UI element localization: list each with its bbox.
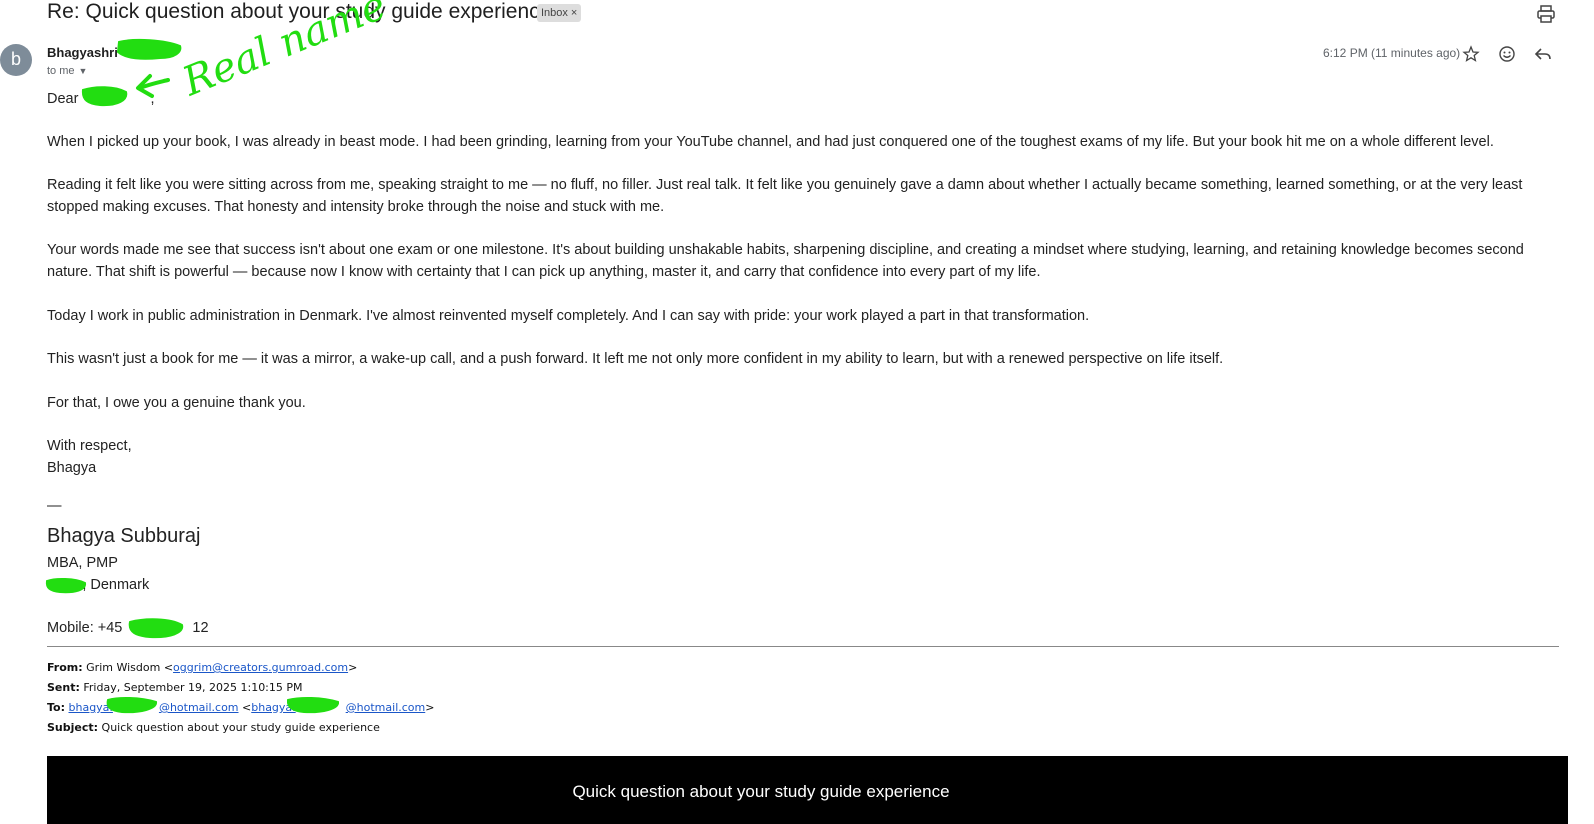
print-icon[interactable] (1536, 4, 1556, 24)
quoted-to: To: bhagya. @hotmail.com <bhagya. @hotmail… (47, 701, 435, 714)
subject-value: Quick question about your study guide ex… (101, 721, 380, 734)
quoted-subject: Subject: Quick question about your study… (47, 721, 380, 734)
subject-label: Subject: (47, 721, 99, 734)
sent-label: Sent: (47, 681, 80, 694)
quote-divider (47, 646, 1559, 647)
body-paragraph: When I picked up your book, I was alread… (47, 134, 1494, 150)
reply-icon[interactable] (1533, 44, 1553, 64)
mobile-tail: 12 (192, 620, 209, 636)
from-label: From: (47, 661, 83, 674)
signature-credentials: MBA, PMP (47, 555, 118, 571)
to-me-text: to me (47, 65, 75, 77)
body-paragraph: Reading it felt like you were sitting ac… (47, 177, 1523, 215)
sent-value: Friday, September 19, 2025 1:10:15 PM (83, 681, 303, 694)
quoted-sent: Sent: Friday, September 19, 2025 1:10:15… (47, 681, 303, 694)
avatar[interactable]: b (0, 44, 32, 76)
closing: With respect, (47, 438, 132, 454)
location-text: us, Denmark (67, 577, 150, 593)
timestamp: 6:12 PM (11 minutes ago) (1323, 46, 1461, 60)
chevron-down-icon[interactable]: ▼ (79, 66, 88, 76)
body-paragraph: Your words made me see that success isn'… (47, 242, 1524, 280)
to-email-link[interactable]: bhagya. @hotmail.com (69, 701, 239, 714)
banner-title: Quick question about your study guide ex… (572, 782, 950, 801)
greeting-suffix: , (150, 91, 155, 107)
star-icon[interactable] (1461, 44, 1481, 64)
greeting: Dear , (47, 88, 1572, 110)
from-name: Grim Wisdom < (86, 661, 174, 674)
emoji-icon[interactable] (1497, 44, 1517, 64)
body-paragraph: This wasn't just a book for me — it was … (47, 351, 1224, 367)
mobile-label: Mobile: +45 (47, 620, 123, 636)
inbox-label-chip[interactable]: Inbox × (537, 4, 582, 22)
sender-name[interactable]: Bhagyashri (47, 45, 118, 60)
label-text: Inbox (541, 7, 568, 19)
signature-dash: — (47, 498, 62, 514)
signature-location: us, Denmark (47, 577, 149, 593)
body-paragraph: Today I work in public administration in… (47, 308, 1090, 324)
greeting-word: Dear (47, 91, 79, 107)
closing-name: Bhagya (47, 460, 97, 476)
to-email-link-2[interactable]: bhagya. @hotmail.com (251, 701, 425, 714)
remove-label-icon[interactable]: × (571, 7, 577, 19)
signature-mobile: Mobile: +45 12 (47, 620, 209, 636)
email-subject: Re: Quick question about your study guid… (47, 0, 552, 23)
redaction-scribble (116, 38, 182, 60)
signature-name: Bhagya Subburaj (47, 525, 201, 547)
annotation-arrow (138, 78, 170, 90)
body-paragraph: For that, I owe you a genuine thank you. (47, 395, 306, 411)
to-label: To: (47, 701, 65, 714)
from-email-link[interactable]: oggrim@creators.gumroad.com (173, 661, 348, 674)
quoted-from: From: Grim Wisdom <oggrim@creators.gumro… (47, 661, 358, 674)
recipient-line[interactable]: to me ▼ (47, 65, 87, 77)
